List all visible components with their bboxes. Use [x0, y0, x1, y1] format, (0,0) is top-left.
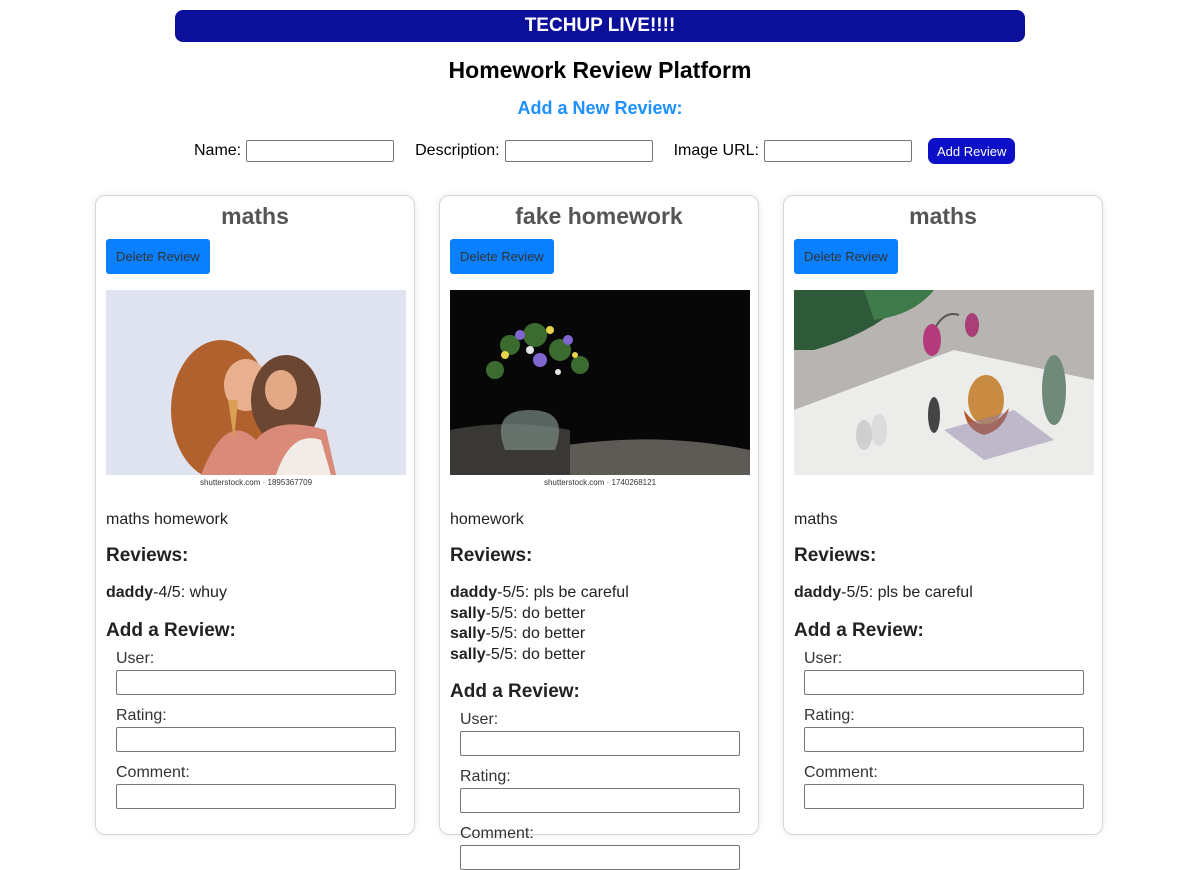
name-input[interactable]	[246, 140, 395, 162]
reviews-heading: Reviews:	[794, 545, 877, 566]
homework-image: shutterstock.com · 1740268121	[450, 290, 750, 490]
rating-label: Rating:	[804, 706, 855, 724]
page-title: Homework Review Platform	[448, 57, 752, 83]
add-review-form: User: Rating: Comment:	[794, 650, 1092, 809]
card-title: maths	[221, 203, 289, 229]
review-user: daddy	[794, 584, 842, 601]
review-text: -5/5: do better	[485, 625, 586, 642]
comment-input[interactable]	[116, 783, 396, 809]
comment-input[interactable]	[460, 845, 740, 870]
rating-input[interactable]	[460, 788, 740, 813]
reviews-list: daddy-5/5: pls be careful sally-5/5: do …	[450, 583, 748, 665]
image-watermark	[794, 475, 1094, 490]
card-description: homework	[450, 511, 524, 528]
delete-review-button[interactable]: Delete Review	[794, 239, 898, 274]
photo-friends-laughing	[106, 290, 406, 475]
add-review-button[interactable]: Add Review	[927, 138, 1016, 164]
comment-label: Comment:	[804, 763, 878, 781]
card-title: fake homework	[515, 203, 683, 229]
user-label: User:	[116, 649, 155, 667]
review-card: maths Delete Review shutterstock.com · 1…	[95, 195, 415, 835]
review-item: daddy-5/5: pls be careful	[450, 583, 748, 604]
description-label: Description:	[415, 142, 500, 159]
image-url-label: Image URL:	[673, 142, 759, 159]
homework-image: shutterstock.com · 1895367709	[106, 290, 406, 490]
review-card: maths Delete Review maths Reviews: daddy…	[783, 195, 1103, 835]
user-input[interactable]	[460, 731, 740, 756]
user-label: User:	[804, 649, 843, 667]
review-item: daddy-4/5: whuy	[106, 583, 404, 604]
card-description: maths	[794, 511, 838, 528]
homework-image	[794, 290, 1094, 490]
add-review-heading: Add a New Review:	[517, 98, 683, 118]
user-input[interactable]	[116, 669, 396, 695]
review-text: -5/5: do better	[485, 645, 586, 663]
comment-label: Comment:	[460, 825, 534, 842]
site-banner: TECHUP LIVE!!!!	[175, 10, 1025, 42]
rating-label: Rating:	[116, 706, 167, 724]
user-input[interactable]	[804, 669, 1084, 695]
image-url-input[interactable]	[763, 140, 912, 162]
review-item: daddy-5/5: pls be careful	[794, 583, 1092, 604]
review-user: sally	[450, 645, 486, 663]
add-review-form: User: Rating: Comment:	[450, 711, 748, 870]
user-label: User:	[460, 711, 499, 728]
name-label: Name:	[194, 142, 242, 159]
image-watermark: shutterstock.com · 1895367709	[106, 475, 406, 490]
add-a-review-heading: Add a Review:	[794, 619, 924, 641]
review-card: fake homework Delete Review shutterstock…	[439, 195, 759, 870]
comment-input[interactable]	[804, 783, 1084, 809]
add-review-form: User: Rating: Comment:	[106, 650, 404, 809]
review-user: daddy	[450, 584, 498, 601]
description-input[interactable]	[504, 140, 653, 162]
comment-label: Comment:	[116, 763, 190, 781]
reviews-list: daddy-4/5: whuy	[106, 583, 404, 604]
rating-input[interactable]	[116, 726, 396, 752]
new-review-form: Name: Description: Image URL: Add Review	[194, 138, 1016, 164]
rating-label: Rating:	[460, 768, 511, 785]
reviews-list: daddy-5/5: pls be careful	[794, 583, 1092, 604]
review-item: sally-5/5: do better	[450, 604, 748, 625]
review-user: sally	[450, 625, 486, 642]
add-a-review-heading: Add a Review:	[450, 681, 580, 702]
image-watermark: shutterstock.com · 1740268121	[450, 475, 750, 490]
reviews-heading: Reviews:	[450, 545, 533, 566]
add-a-review-heading: Add a Review:	[106, 619, 236, 641]
review-item: sally-5/5: do better	[450, 624, 748, 645]
photo-flower-vase	[450, 290, 750, 475]
review-user: daddy	[106, 584, 154, 601]
card-title: maths	[909, 203, 977, 229]
photo-still-life	[794, 290, 1094, 475]
review-text: -5/5: do better	[485, 604, 586, 622]
review-text: -5/5: pls be careful	[497, 584, 629, 601]
delete-review-button[interactable]: Delete Review	[450, 239, 554, 274]
review-item: sally-5/5: do better	[450, 645, 748, 666]
delete-review-button[interactable]: Delete Review	[106, 239, 210, 274]
review-text: -5/5: pls be careful	[841, 584, 973, 601]
reviews-heading: Reviews:	[106, 545, 189, 566]
rating-input[interactable]	[804, 726, 1084, 752]
card-description: maths homework	[106, 511, 228, 528]
review-user: sally	[450, 604, 486, 622]
review-text: -4/5: whuy	[153, 584, 227, 601]
